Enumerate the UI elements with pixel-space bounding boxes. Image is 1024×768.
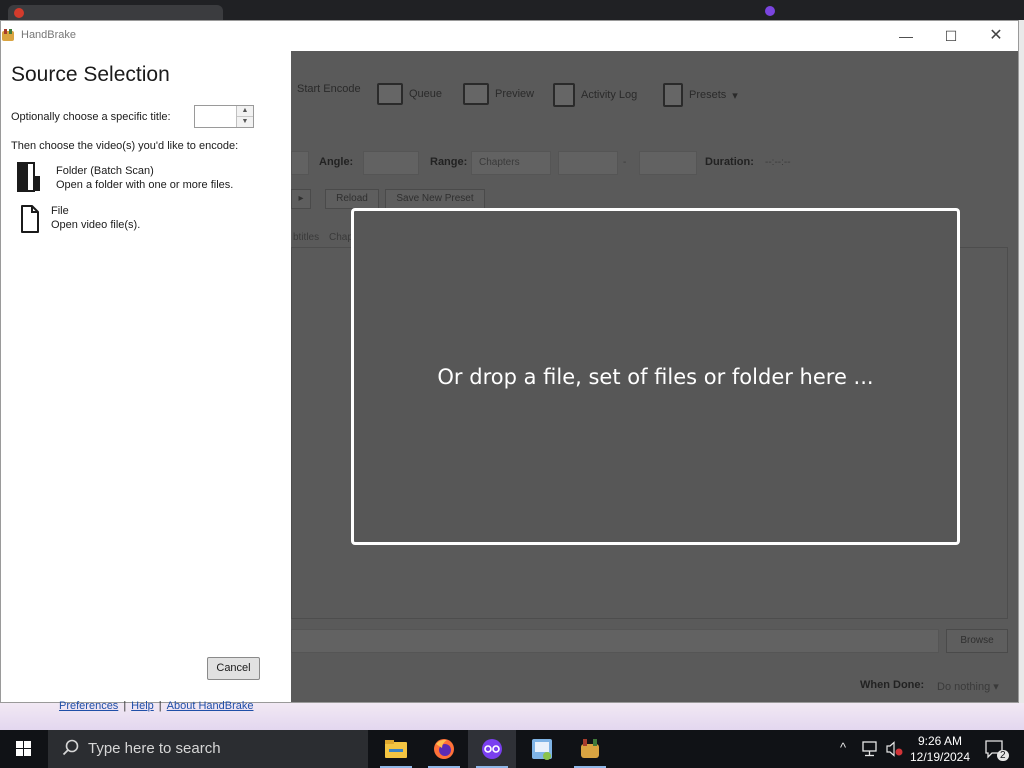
file-icon — [21, 205, 39, 233]
window-title: HandBrake — [21, 29, 77, 41]
tab-subtitles[interactable]: btitles — [293, 232, 319, 243]
save-new-preset-button[interactable]: Save New Preset — [385, 189, 485, 209]
file-option-description: Open video file(s). — [51, 219, 141, 231]
file-drop-zone[interactable]: Or drop a file, set of files or folder h… — [351, 208, 960, 545]
presets-icon — [663, 83, 683, 107]
folder-icon — [17, 162, 40, 192]
chevron-down-icon: ▾ — [732, 89, 738, 102]
quick-assist-icon — [532, 739, 552, 760]
source-selection-panel: Source Selection Optionally choose a spe… — [1, 51, 291, 712]
title-prompt-label: Optionally choose a specific title: — [11, 111, 171, 123]
start-encode-label: Start Encode — [297, 83, 361, 95]
title-dropdown[interactable] — [291, 151, 309, 175]
range-type-dropdown[interactable]: Chapters — [471, 151, 551, 175]
firefox-icon — [434, 739, 454, 759]
preset-dropdown-arrow[interactable]: ▸ — [291, 189, 311, 209]
when-done-dropdown[interactable]: Do nothing ▾ — [937, 680, 999, 693]
angle-label: Angle: — [319, 156, 354, 168]
file-option-title: File — [51, 205, 69, 217]
start-encode-button[interactable]: Start Encode — [297, 83, 361, 95]
taskbar-firefox[interactable] — [420, 730, 468, 768]
spinner-down-arrow-icon[interactable]: ▼ — [237, 117, 253, 127]
taskbar-handbrake[interactable] — [566, 730, 614, 768]
presets-button[interactable]: Presets ▾ — [663, 83, 738, 107]
handbrake-window: HandBrake — ☐ ✕ Start Encode Queue Previ… — [0, 20, 1019, 712]
minimize-button[interactable]: — — [883, 21, 929, 51]
background-window-edge — [1019, 20, 1024, 703]
search-icon — [62, 739, 79, 756]
preferences-link[interactable]: Preferences — [59, 700, 118, 712]
activity-log-icon — [553, 83, 575, 107]
show-hidden-icons-chevron-icon[interactable]: ^ — [840, 740, 846, 755]
spinner-up-arrow-icon[interactable]: ▲ — [237, 106, 253, 117]
maximize-button[interactable]: ☐ — [928, 21, 974, 51]
choose-video-prompt: Then choose the video(s) you'd like to e… — [11, 140, 239, 152]
title-number-spinner[interactable]: ▲ ▼ — [194, 105, 254, 128]
title-bar[interactable]: HandBrake — ☐ ✕ — [1, 21, 1018, 51]
browser-tab[interactable] — [8, 5, 223, 20]
file-explorer-icon — [385, 740, 407, 758]
taskbar-quick-assist[interactable] — [518, 730, 566, 768]
drop-zone-text: Or drop a file, set of files or folder h… — [437, 364, 874, 389]
link-separator: | — [158, 700, 162, 712]
cancel-button[interactable]: Cancel — [207, 657, 260, 680]
search-placeholder: Type here to search — [88, 740, 221, 757]
range-type-value: Chapters — [479, 157, 520, 168]
windows-taskbar: Type here to search ^ 9:26 AM 12/19/2024… — [0, 730, 1024, 768]
browser-tabstrip — [0, 0, 1024, 20]
clock-time: 9:26 AM — [917, 734, 963, 748]
stylus-icon — [482, 739, 502, 759]
range-start-dropdown[interactable] — [558, 151, 618, 175]
presets-label: Presets — [689, 89, 727, 101]
queue-label: Queue — [409, 88, 443, 100]
about-handbrake-link[interactable]: About HandBrake — [167, 700, 254, 712]
preview-button[interactable]: Preview — [463, 83, 534, 105]
network-icon[interactable] — [862, 741, 880, 757]
when-done-label: When Done: — [860, 679, 925, 691]
activity-log-label: Activity Log — [581, 89, 638, 101]
handbrake-app-icon — [2, 29, 14, 41]
system-clock[interactable]: 9:26 AM 12/19/2024 — [906, 733, 974, 765]
preview-icon — [463, 83, 489, 105]
browse-button[interactable]: Browse — [946, 629, 1008, 653]
range-label: Range: — [430, 156, 468, 168]
range-end-dropdown[interactable] — [639, 151, 697, 175]
browser-tab-favicon-icon — [765, 6, 775, 16]
volume-muted-icon[interactable] — [886, 741, 904, 757]
preview-label: Preview — [495, 88, 535, 100]
start-button[interactable] — [0, 730, 48, 768]
range-separator: - — [623, 157, 627, 168]
clock-date: 12/19/2024 — [909, 750, 971, 764]
notification-count-badge: 2 — [997, 750, 1009, 761]
duration-label: Duration: — [705, 156, 754, 168]
spinner-buttons: ▲ ▼ — [236, 106, 253, 127]
reload-preset-button[interactable]: Reload — [325, 189, 379, 209]
taskbar-file-explorer[interactable] — [372, 730, 420, 768]
windows-logo-icon — [16, 741, 31, 756]
duration-value: --:--:-- — [765, 157, 791, 168]
help-link[interactable]: Help — [131, 700, 154, 712]
source-selection-heading: Source Selection — [11, 63, 170, 86]
folder-batch-scan-option[interactable]: Folder (Batch Scan) Open a folder with o… — [15, 161, 265, 195]
folder-option-title: Folder (Batch Scan) — [56, 165, 154, 177]
queue-button[interactable]: Queue — [377, 83, 442, 105]
destination-path-field[interactable] — [291, 629, 939, 653]
close-button[interactable]: ✕ — [973, 21, 1019, 51]
activity-log-button[interactable]: Activity Log — [553, 83, 637, 107]
link-separator: | — [123, 700, 127, 712]
folder-option-description: Open a folder with one or more files. — [56, 179, 234, 191]
file-option[interactable]: File Open video file(s). — [15, 203, 265, 237]
footer-links: Preferences | Help | About HandBrake — [59, 700, 254, 712]
queue-icon — [377, 83, 403, 105]
handbrake-taskbar-icon — [581, 739, 599, 758]
angle-dropdown[interactable] — [363, 151, 419, 175]
taskbar-stylus[interactable] — [468, 730, 516, 768]
taskbar-search-box[interactable]: Type here to search — [48, 730, 368, 768]
tab-favicon-icon — [14, 8, 24, 18]
